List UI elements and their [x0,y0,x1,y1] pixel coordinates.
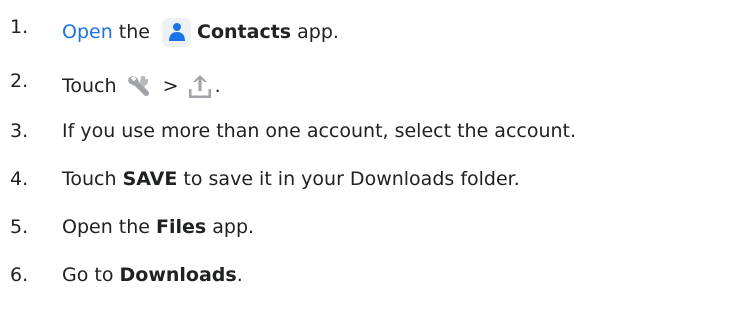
step-number: 4. [10,168,29,190]
downloads-label: Downloads [119,264,237,286]
step-5: 5. Open the Files app. [10,212,725,242]
instruction-steps: 1. Open the Contacts app. 2. Touch > . 3… [10,8,725,290]
step-text: . [214,75,221,97]
files-app-name: Files [156,216,207,238]
separator: > [156,75,185,97]
step-text: Go to [62,264,120,286]
step-6: 6. Go to Downloads . [10,260,725,290]
step-number: 1. [10,16,29,38]
step-number: 6. [10,264,29,286]
step-4: 4. Touch SAVE to save it in your Downloa… [10,164,725,194]
step-number: 3. [10,120,29,142]
open-link[interactable]: Open [62,19,113,45]
step-text: Touch [62,168,123,190]
step-1: 1. Open the Contacts app. [10,14,725,50]
step-text: the [112,21,157,43]
save-label: SAVE [122,168,178,190]
step-text: app. [206,216,255,238]
contacts-app-icon [162,17,192,47]
step-text: Open the [62,216,157,238]
wrench-icon [125,73,155,99]
step-text: . [236,264,243,286]
step-3: 3. If you use more than one account, sel… [10,116,725,146]
step-2: 2. Touch > . [10,68,725,104]
step-number: 2. [10,70,29,92]
step-text: to save it in your Downloads folder. [177,168,520,190]
step-number: 5. [10,216,29,238]
step-text: Touch [62,75,123,97]
step-text: app. [291,21,339,43]
contacts-app-name: Contacts [197,21,292,43]
step-text: If you use more than one account, select… [62,120,577,142]
upload-icon [186,72,214,100]
